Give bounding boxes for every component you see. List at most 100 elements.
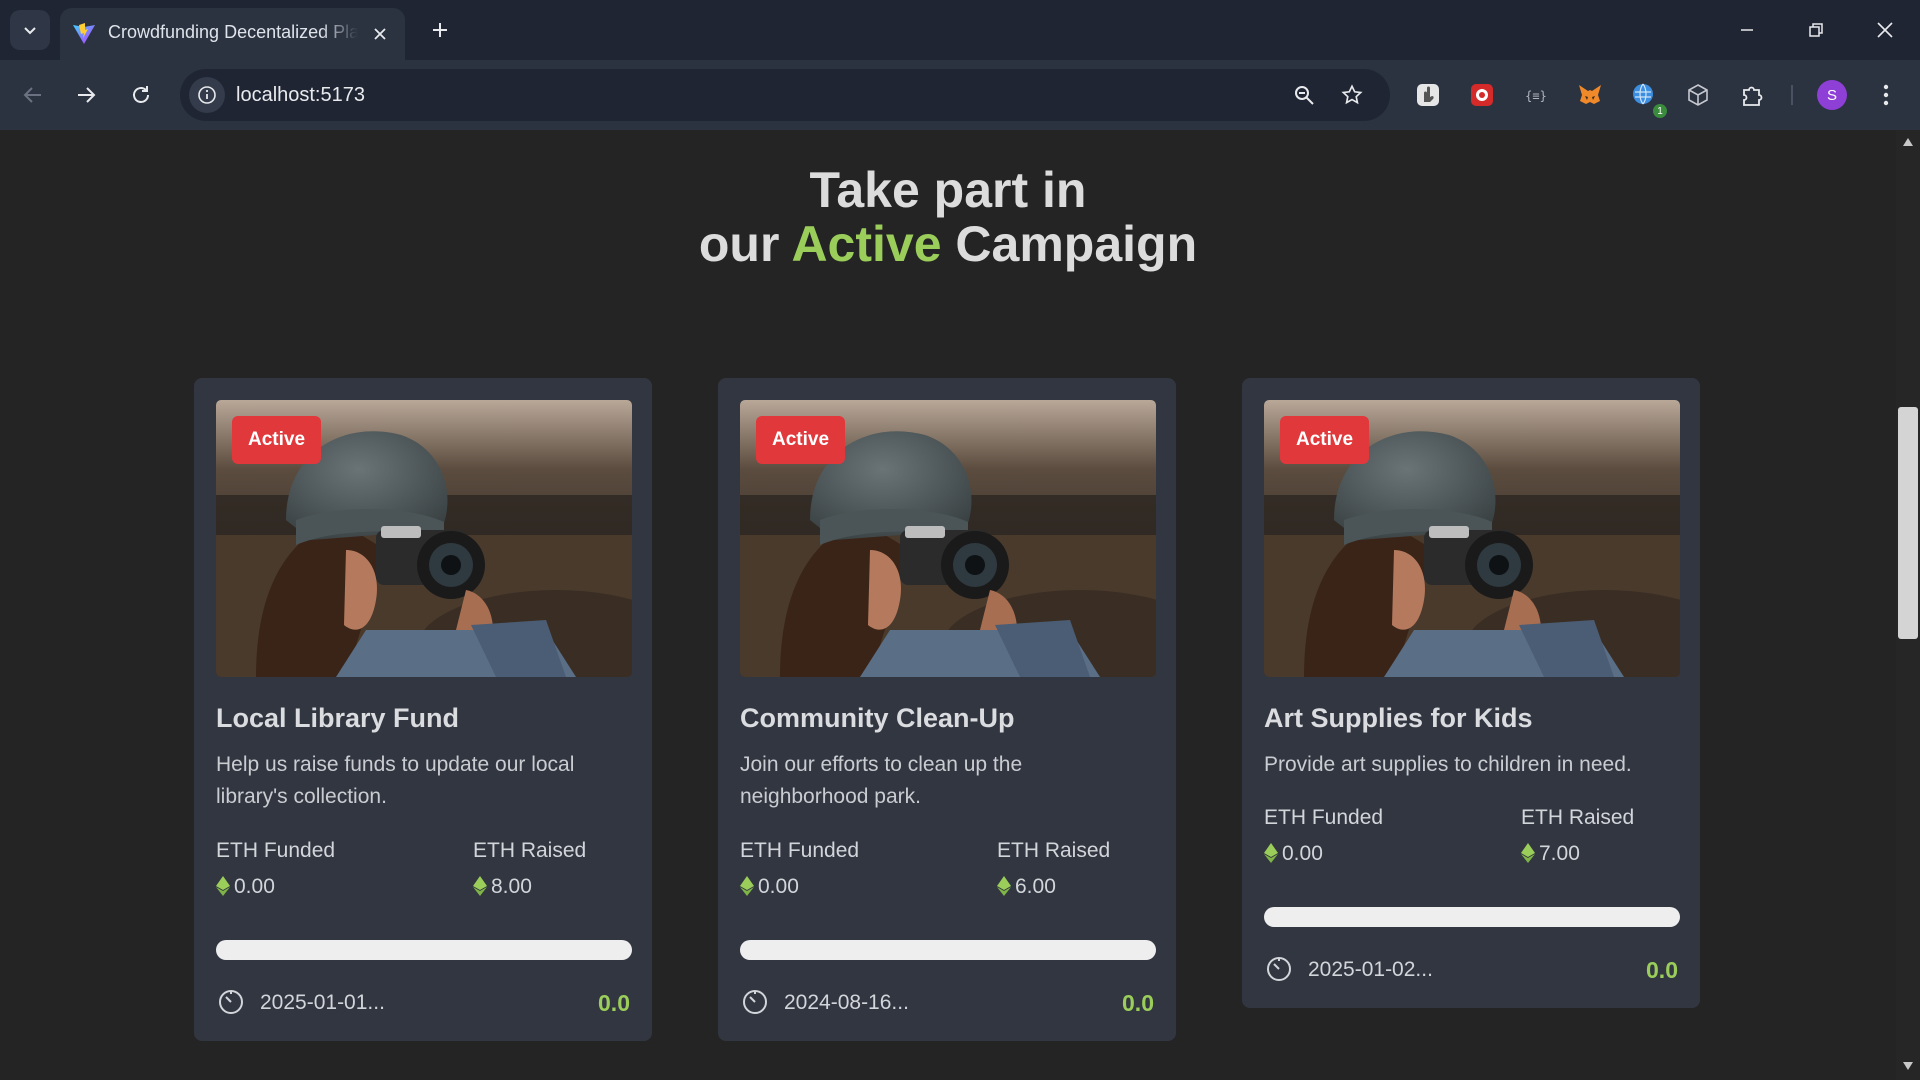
zoom-icon [1295, 86, 1314, 105]
campaign-image[interactable]: Active [740, 400, 1156, 677]
eth-raised-label: ETH Raised [997, 839, 1111, 862]
metamask-extension[interactable] [1573, 78, 1607, 112]
plus-icon [433, 23, 447, 37]
eth-funded-label: ETH Funded [216, 839, 336, 862]
scroll-up-button[interactable] [1900, 134, 1916, 150]
extension-globe-icon [1633, 83, 1653, 105]
url-text[interactable]: localhost:5173 [236, 84, 365, 107]
profile-avatar[interactable]: S [1817, 80, 1847, 110]
cube-icon [1688, 84, 1708, 106]
reload-button[interactable] [121, 75, 161, 115]
triangle-up-icon [1903, 138, 1913, 146]
funding-percent: 0.0 [1646, 957, 1678, 983]
ethereum-icon [216, 876, 230, 896]
campaign-card[interactable]: Active Art Supplies for Kids Provide art… [1242, 378, 1700, 1008]
campaign-deadline: 2025-01-02... [1264, 953, 1433, 983]
ethereum-icon [740, 876, 754, 896]
extension-braces-icon: {≡} [1525, 89, 1547, 103]
eth-raised-amount: 6.00 [1015, 875, 1056, 898]
timer-icon [219, 990, 243, 1014]
extensions-menu-button[interactable] [1735, 78, 1769, 112]
campaign-description: Provide art supplies to children in need… [1264, 753, 1632, 776]
campaign-title[interactable]: Art Supplies for Kids [1264, 703, 1533, 734]
close-icon [374, 28, 386, 40]
timer-icon [743, 990, 767, 1014]
eth-funded-amount: 0.00 [758, 875, 799, 898]
heading-suffix: Campaign [941, 216, 1198, 272]
extension-badge: 1 [1653, 104, 1667, 118]
extension-3[interactable]: {≡} [1519, 78, 1553, 112]
extension-5[interactable]: 1 [1627, 78, 1667, 118]
ethereum-icon [1264, 843, 1278, 863]
close-window-button[interactable] [1862, 8, 1908, 52]
eth-raised-amount: 8.00 [491, 875, 532, 898]
address-bar[interactable]: localhost:5173 [180, 69, 1390, 121]
puzzle-icon [1743, 86, 1763, 106]
page-content: Take part in our Active Campaign Active … [0, 130, 1896, 1080]
extension-1[interactable] [1411, 78, 1445, 112]
browser-toolbar: localhost:5173 {≡} 1 S [0, 60, 1920, 130]
tab-search-button[interactable] [10, 10, 50, 50]
eth-raised-value: 7.00 [1521, 842, 1580, 866]
heading-line-2: our Active Campaign [0, 217, 1896, 271]
back-button[interactable] [13, 75, 53, 115]
info-icon [198, 86, 216, 104]
close-icon [1877, 22, 1893, 38]
minimize-icon [1741, 29, 1753, 31]
extension-6[interactable] [1681, 78, 1715, 112]
restore-icon [1809, 23, 1823, 37]
eth-raised-label: ETH Raised [1521, 806, 1635, 829]
scrollbar-thumb[interactable] [1898, 407, 1918, 639]
forward-button[interactable] [66, 75, 106, 115]
arrow-left-icon [23, 87, 41, 103]
tab-title: Crowdfunding Decentalized Platform [108, 22, 358, 42]
campaign-card[interactable]: Active Community Clean-Up Join our effor… [718, 378, 1176, 1041]
campaign-deadline: 2025-01-01... [216, 986, 385, 1016]
campaign-description: Help us raise funds to update our local … [216, 753, 575, 808]
site-info-button[interactable] [189, 77, 225, 113]
campaign-image[interactable]: Active [216, 400, 632, 677]
extension-red-icon [1471, 84, 1493, 106]
heading-accent: Active [791, 216, 942, 272]
campaign-deadline: 2024-08-16... [740, 986, 909, 1016]
minimize-button[interactable] [1724, 8, 1770, 52]
metamask-fox-icon [1579, 85, 1601, 104]
campaign-card[interactable]: Active Local Library Fund Help us raise … [194, 378, 652, 1041]
browser-tab-bar: Crowdfunding Decentalized Platform [0, 0, 1920, 60]
heading-line-1: Take part in [809, 162, 1087, 218]
bookmark-button[interactable] [1336, 79, 1368, 111]
section-heading: Take part in our Active Campaign [0, 163, 1896, 271]
heading-prefix: our [698, 216, 792, 272]
eth-funded-label: ETH Funded [740, 839, 860, 862]
toolbar-divider [1791, 85, 1793, 105]
funding-progress-bar [1264, 907, 1680, 927]
eth-funded-value: 0.00 [216, 875, 275, 899]
svg-text:{≡}: {≡} [1525, 89, 1547, 103]
funding-percent: 0.0 [1122, 990, 1154, 1016]
campaign-title[interactable]: Community Clean-Up [740, 703, 1015, 734]
campaign-description: Join our efforts to clean up the neighbo… [740, 753, 1023, 808]
browser-menu-button[interactable] [1869, 78, 1903, 112]
restore-button[interactable] [1793, 8, 1839, 52]
ethereum-icon [473, 876, 487, 896]
campaign-image[interactable]: Active [1264, 400, 1680, 677]
funding-progress-bar [216, 940, 632, 960]
eth-funded-amount: 0.00 [234, 875, 275, 898]
funding-progress-bar [740, 940, 1156, 960]
scroll-down-button[interactable] [1900, 1058, 1916, 1074]
triangle-down-icon [1903, 1062, 1913, 1070]
new-tab-button[interactable] [424, 14, 456, 46]
browser-tab[interactable]: Crowdfunding Decentalized Platform [60, 8, 405, 60]
reload-icon [133, 86, 149, 103]
extension-2[interactable] [1465, 78, 1499, 112]
campaign-title[interactable]: Local Library Fund [216, 703, 459, 734]
eth-raised-amount: 7.00 [1539, 842, 1580, 865]
extension-hand-icon [1417, 84, 1439, 106]
more-vert-icon [1883, 84, 1889, 106]
eth-funded-value: 0.00 [740, 875, 799, 899]
eth-raised-value: 6.00 [997, 875, 1056, 899]
ethereum-icon [997, 876, 1011, 896]
tab-close-button[interactable] [367, 21, 393, 47]
zoom-button[interactable] [1288, 79, 1320, 111]
timer-icon [1267, 957, 1291, 981]
